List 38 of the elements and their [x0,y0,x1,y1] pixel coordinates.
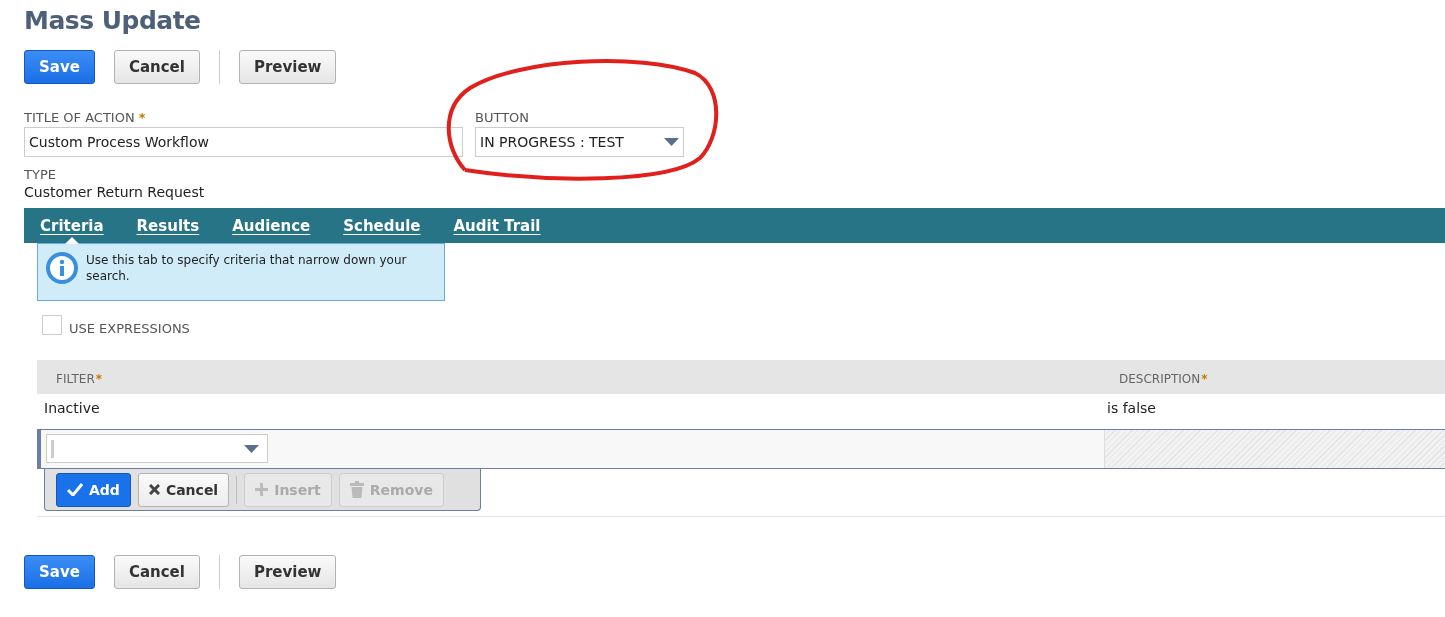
action-button[interactable]: Cancel [113,50,200,84]
page-title: Mass Update [24,6,202,37]
action-button[interactable]: Preview [238,555,337,589]
dropdown-caret-icon [244,444,259,453]
tab[interactable]: Schedule [343,208,454,243]
info-text: Use this tab to specify criteria that narrow down your search. [86,252,408,285]
checkbox[interactable] [42,314,62,335]
field-label: TYPE [24,167,57,184]
tab[interactable]: Audit Trail [453,208,574,243]
column-header: FILTER* [55,372,103,386]
row-action-button[interactable]: Add [56,472,131,507]
tab[interactable]: Audience [232,208,344,243]
column-header: DESCRIPTION* [1118,372,1209,386]
row-action-button[interactable]: Cancel [137,472,230,507]
title-input-field[interactable]: Custom Process Workflow [24,127,463,157]
required-mark: * [95,372,102,386]
check-icon [67,483,83,496]
save-button[interactable]: Save [24,50,95,84]
action-button[interactable]: Cancel [113,555,200,589]
field-label: BUTTON [475,110,531,127]
tab[interactable]: Criteria [40,208,137,243]
action-button[interactable]: Preview [238,50,337,84]
info-icon [46,252,78,284]
plus-icon [255,483,269,496]
required-mark: * [1201,372,1208,386]
save-button[interactable]: Save [24,555,95,589]
table-cell-text: Inactive [43,399,101,416]
field-label: TITLE OF ACTION * [24,110,147,127]
table-cell-text: is false [1106,399,1157,416]
trash-icon [349,481,364,498]
dropdown-caret-icon [664,138,679,146]
required-mark: * [138,110,146,125]
close-icon [148,484,160,495]
checkbox-label: USE EXPRESSIONS [69,321,190,336]
tab[interactable]: Results [136,208,233,243]
filter-dropdown[interactable] [46,434,268,463]
type-value: Customer Return Request [24,184,206,200]
button-dropdown[interactable]: IN PROGRESS : TEST [475,127,684,157]
